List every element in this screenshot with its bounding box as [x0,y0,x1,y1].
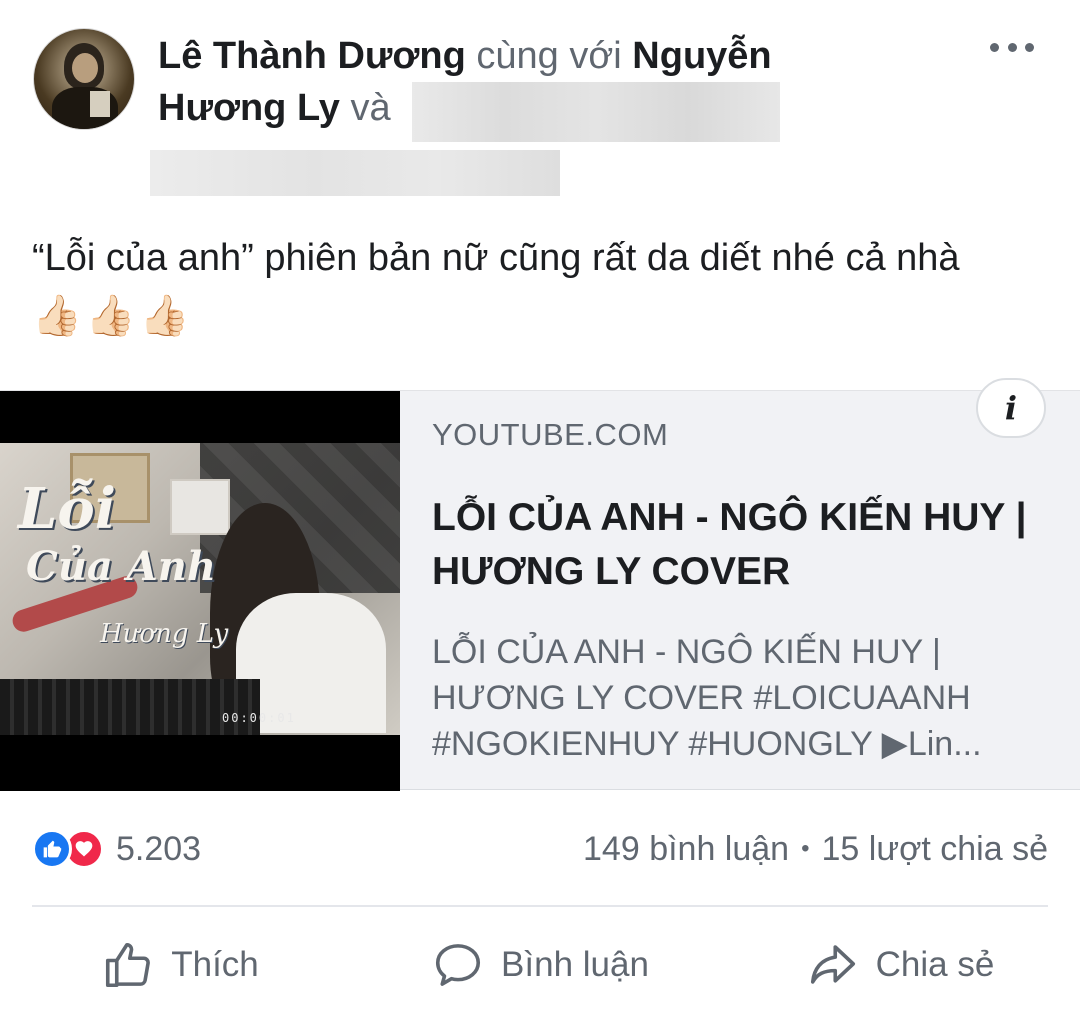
thumbnail-title-art: Lỗi Của Anh [18,476,216,590]
comments-count[interactable]: 149 bình luận [583,830,789,869]
with-text: cùng với [476,35,622,77]
post-text: “Lỗi của anh” phiên bản nữ cũng rất da d… [32,237,960,279]
post-actions-bar: Thích Bình luận Chia sẻ [0,925,1080,1005]
thumbnail-timestamp: 00:00:01 [222,711,296,725]
shares-count[interactable]: 15 lượt chia sẻ [822,830,1049,869]
share-label: Chia sẻ [875,945,995,984]
and-text: và [350,87,391,129]
redacted-names [412,82,780,142]
tagged-user-name[interactable]: Nguyễn [632,35,771,77]
share-button[interactable]: Chia sẻ [720,925,1080,1005]
comment-button[interactable]: Bình luận [360,925,720,1005]
thumbnail-artist-art: Hương Ly [100,619,229,649]
thumbs-up-emoji: 👍🏻👍🏻👍🏻 [32,293,194,338]
like-label: Thích [171,945,259,984]
like-reaction-icon [32,829,72,869]
more-options-icon[interactable] [984,34,1040,60]
link-title[interactable]: LỖI CỦA ANH - NGÔ KIẾN HUY | HƯƠNG LY CO… [432,491,1032,599]
engagement-stats: 149 bình luận • 15 lượt chia sẻ [583,828,1048,870]
author-avatar[interactable] [33,28,135,130]
avatar-face [72,53,98,83]
share-arrow-icon [810,945,855,984]
redacted-meta [150,150,560,196]
link-domain: YOUTUBE.COM [432,417,669,452]
reactions-count: 5.203 [116,829,202,868]
link-description: LỖI CỦA ANH - NGÔ KIẾN HUY | HƯƠNG LY CO… [432,633,982,763]
reactions-summary[interactable]: 5.203 [32,828,201,870]
comment-bubble-icon [435,944,481,986]
stats-separator: • [801,835,810,862]
video-thumbnail[interactable]: Lỗi Của Anh Hương Ly 00:00:01 [0,391,400,791]
comment-label: Bình luận [501,945,649,984]
author-name[interactable]: Lê Thành Dương [158,35,466,77]
actions-divider [32,905,1048,907]
tagged-user-name-cont[interactable]: Hương Ly [158,87,340,129]
like-button[interactable]: Thích [0,925,360,1005]
thumbs-up-icon [106,942,151,988]
link-preview-card[interactable]: Lỗi Của Anh Hương Ly 00:00:01 YOUTUBE.CO… [0,390,1080,791]
avatar-badge [90,91,110,117]
post-body: “Lỗi của anh” phiên bản nữ cũng rất da d… [32,230,1062,344]
info-icon[interactable]: i [976,378,1046,438]
